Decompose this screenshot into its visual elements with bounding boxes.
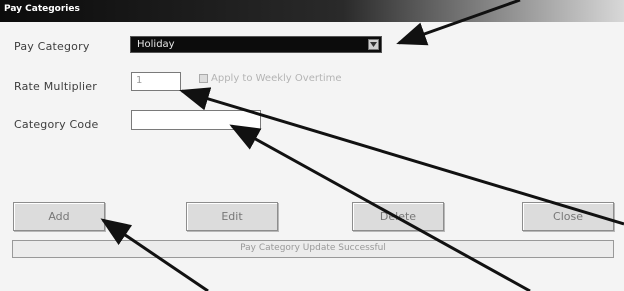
pay-category-label: Pay Category (14, 40, 90, 53)
chevron-down-icon[interactable] (368, 39, 379, 50)
pay-category-value: Holiday (137, 39, 175, 50)
rate-multiplier-label: Rate Multiplier (14, 80, 97, 93)
apply-overtime-label: Apply to Weekly Overtime (211, 73, 342, 84)
add-button[interactable]: Add (13, 202, 105, 231)
category-code-input[interactable] (131, 110, 261, 130)
window-title: Pay Categories (4, 4, 80, 14)
pay-categories-window: Pay Category Holiday Rate Multiplier 1 A… (0, 22, 624, 291)
edit-button[interactable]: Edit (186, 202, 278, 231)
apply-overtime-box[interactable] (199, 74, 208, 83)
rate-multiplier-input[interactable]: 1 (131, 72, 181, 91)
rate-multiplier-value: 1 (136, 75, 143, 86)
close-button[interactable]: Close (522, 202, 614, 231)
status-message: Pay Category Update Successful (240, 243, 386, 253)
status-bar: Pay Category Update Successful (12, 240, 614, 258)
category-code-label: Category Code (14, 118, 99, 131)
pay-category-select[interactable]: Holiday (130, 36, 382, 53)
title-bar: Pay Categories (0, 0, 624, 22)
delete-button[interactable]: Delete (352, 202, 444, 231)
